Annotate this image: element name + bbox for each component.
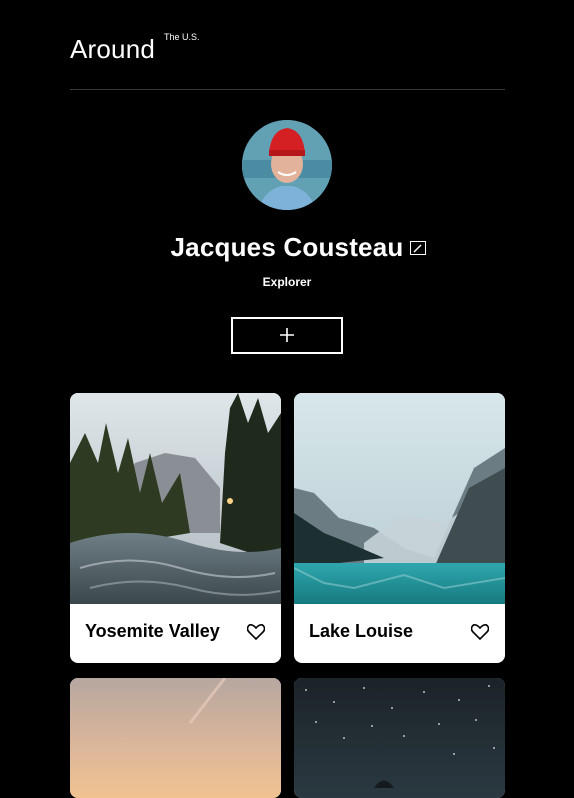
header-divider bbox=[70, 89, 505, 90]
heart-icon bbox=[246, 624, 266, 641]
logo-superscript: The U.S. bbox=[164, 32, 200, 42]
add-place-button[interactable] bbox=[231, 317, 343, 354]
card-image-yosemite[interactable] bbox=[70, 393, 281, 604]
card-title: Yosemite Valley bbox=[85, 621, 220, 641]
card-image-sunset[interactable] bbox=[70, 678, 281, 798]
avatar-photo bbox=[242, 120, 332, 210]
place-card bbox=[70, 678, 281, 798]
logo-text: Around bbox=[70, 34, 156, 64]
card-image-lake-louise[interactable] bbox=[294, 393, 505, 604]
pencil-icon bbox=[413, 244, 422, 253]
header: Around The U.S. bbox=[70, 30, 505, 89]
profile-avatar[interactable] bbox=[242, 120, 332, 210]
place-card: Lake Louise bbox=[294, 393, 505, 663]
card-title: Lake Louise bbox=[309, 621, 414, 641]
card-image-night-sky[interactable] bbox=[294, 678, 505, 798]
edit-profile-button[interactable] bbox=[410, 241, 426, 255]
profile-name: Jacques Cousteau bbox=[170, 232, 404, 262]
place-card bbox=[294, 678, 505, 798]
profile-job: Explorer bbox=[262, 275, 312, 289]
like-button[interactable] bbox=[470, 624, 490, 641]
heart-icon bbox=[470, 624, 490, 641]
like-button[interactable] bbox=[246, 624, 266, 641]
site-logo[interactable]: Around bbox=[70, 34, 155, 65]
place-card: Yosemite Valley bbox=[70, 393, 281, 663]
plus-icon bbox=[280, 328, 294, 342]
